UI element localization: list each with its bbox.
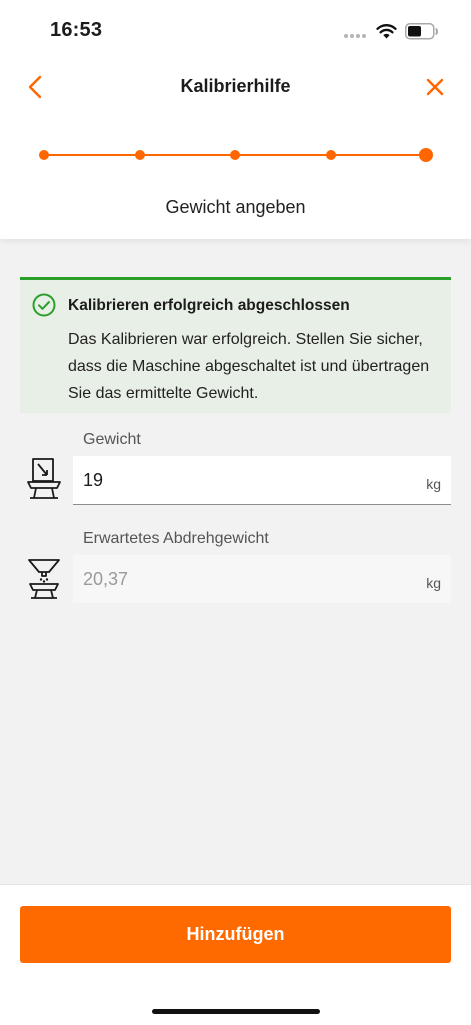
success-message: Kalibrieren erfolgreich abgeschlossen Da…: [20, 277, 451, 413]
weight-value: 19: [83, 470, 104, 490]
progress-stepper: [36, 144, 436, 166]
success-title: Kalibrieren erfolgreich abgeschlossen: [68, 297, 350, 314]
close-icon: [426, 78, 444, 96]
home-indicator: [152, 1009, 320, 1014]
signal-icon: [344, 34, 368, 39]
step-dot-1: [39, 150, 49, 160]
hopper-scale-icon: [28, 559, 60, 599]
expected-weight-unit: kg: [426, 575, 441, 591]
expected-weight-value: 20,37: [83, 569, 129, 589]
step-label: Gewicht angeben: [165, 197, 306, 217]
success-text: Das Kalibrieren war erfolgreich. Stellen…: [68, 331, 430, 402]
weight-unit: kg: [426, 476, 441, 492]
wifi-icon: [376, 24, 397, 39]
scale-icon: [27, 458, 61, 499]
step-dot-3: [230, 150, 240, 160]
close-button[interactable]: [421, 73, 449, 101]
step-dot-5: [419, 148, 433, 162]
header: Kalibrierhilfe Gewicht angeben: [0, 64, 471, 239]
battery-icon: [405, 23, 438, 40]
weight-input[interactable]: 19 kg: [73, 456, 451, 505]
footer: Hinzufügen: [0, 884, 471, 1025]
expected-weight-label: Erwartetes Abdrehgewicht: [83, 530, 269, 547]
weight-label: Gewicht: [83, 431, 141, 448]
check-circle-icon: [32, 293, 56, 317]
status-bar: 16:53: [0, 0, 471, 64]
add-button[interactable]: Hinzufügen: [20, 906, 451, 963]
status-time: 16:53: [50, 19, 103, 41]
expected-weight-field: 20,37 kg: [73, 555, 451, 603]
page-title: Kalibrierhilfe: [180, 76, 291, 96]
step-dot-2: [134, 150, 145, 160]
step-dot-4: [325, 150, 336, 160]
